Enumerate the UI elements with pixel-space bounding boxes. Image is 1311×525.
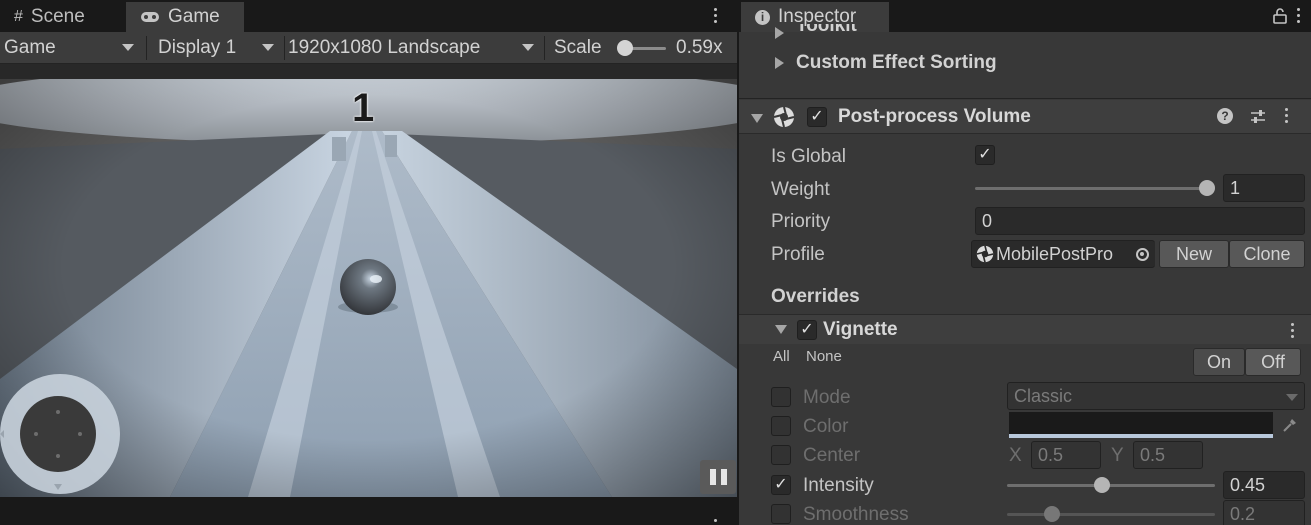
scale-value: 0.59x	[672, 32, 734, 64]
object-picker-icon[interactable]	[1129, 242, 1155, 266]
chevron-down-icon	[122, 44, 134, 51]
inspector-menu-icon[interactable]	[1295, 8, 1301, 23]
scale-label-text: Scale	[554, 37, 602, 58]
game-panel-menu-icon[interactable]	[712, 8, 718, 23]
scale-slider-handle[interactable]	[617, 40, 633, 56]
gamepad-icon	[141, 12, 159, 22]
score-counter: 1	[352, 86, 375, 130]
smoothness-slider-handle[interactable]	[1044, 506, 1060, 522]
mode-select-value: Classic	[1014, 385, 1073, 406]
chevron-down-icon	[262, 44, 274, 51]
priority-field[interactable]: 0	[975, 207, 1305, 235]
vignette-title: Vignette	[823, 319, 898, 340]
intensity-override-checkbox[interactable]: ✓	[771, 475, 791, 495]
vignette-enabled-checkbox[interactable]: ✓	[797, 320, 817, 340]
override-none-link[interactable]: None	[806, 348, 842, 365]
scale-value-text: 0.59x	[676, 37, 723, 58]
effect-header-vignette[interactable]: ✓ Vignette	[739, 314, 1311, 344]
resolution-select-value: 1920x1080 Landscape	[288, 37, 481, 58]
chevron-right-icon	[775, 27, 784, 39]
smoothness-field[interactable]: 0.2	[1223, 500, 1305, 525]
view-select-value: Game	[4, 37, 56, 58]
scale-label: Scale	[550, 32, 610, 64]
section-custom-effect-sorting-label: Custom Effect Sorting	[796, 52, 997, 73]
display-select[interactable]: Display 1	[154, 32, 282, 64]
clone-profile-button[interactable]: Clone	[1229, 240, 1305, 268]
color-label: Color	[803, 416, 849, 437]
tab-game-label: Game	[168, 6, 220, 27]
joystick-icon	[0, 374, 120, 494]
smoothness-override-checkbox[interactable]	[771, 504, 791, 524]
chevron-right-icon	[775, 57, 784, 69]
center-label: Center	[803, 445, 861, 466]
display-select-value: Display 1	[158, 37, 237, 58]
intensity-field[interactable]: 0.45	[1223, 471, 1305, 499]
center-x-field[interactable]: 0.5	[1031, 441, 1101, 469]
intensity-slider-track[interactable]	[1007, 484, 1215, 487]
color-override-checkbox[interactable]	[771, 416, 791, 436]
weight-label: Weight	[771, 179, 830, 200]
is-global-checkbox[interactable]: ✓	[975, 145, 995, 165]
eyedropper-icon	[1283, 419, 1296, 432]
section-toolkit-label: Toolkit	[796, 24, 857, 36]
component-enabled-checkbox[interactable]: ✓	[807, 107, 827, 127]
profile-object-field[interactable]: MobilePostPro	[971, 240, 1155, 268]
preset-icon[interactable]	[1249, 108, 1267, 126]
mode-label: Mode	[803, 387, 851, 408]
override-all-link[interactable]: All	[773, 348, 790, 365]
effect-on-button[interactable]: On	[1193, 348, 1245, 376]
eyedropper-button[interactable]	[1275, 412, 1305, 438]
chevron-down-icon	[1286, 394, 1298, 401]
left-tab-bar: # Scene Game	[0, 0, 737, 32]
is-global-label: Is Global	[771, 146, 846, 167]
center-override-checkbox[interactable]	[771, 445, 791, 465]
inspector-panel: i Inspector Toolkit Custom Effect Sortin…	[739, 0, 1311, 525]
view-select[interactable]: Game	[0, 32, 142, 64]
vignette-menu-icon[interactable]	[1289, 323, 1295, 338]
pause-icon	[709, 469, 716, 485]
weight-slider-track[interactable]	[975, 187, 1207, 190]
chevron-down-icon	[775, 325, 787, 334]
center-y-field[interactable]: 0.5	[1133, 441, 1203, 469]
post-process-volume-icon	[773, 106, 795, 128]
weight-slider-handle[interactable]	[1199, 180, 1215, 196]
new-profile-button[interactable]: New	[1159, 240, 1229, 268]
resolution-select[interactable]: 1920x1080 Landscape	[284, 32, 542, 64]
center-x-label: X	[1009, 445, 1022, 466]
grid-icon: #	[14, 8, 23, 25]
chevron-down-icon	[522, 44, 534, 51]
game-view-panel: # Scene Game Game Display 1 1920x1080 La…	[0, 0, 737, 525]
component-title: Post-process Volume	[838, 106, 1031, 127]
overrides-heading: Overrides	[771, 286, 860, 307]
smoothness-label: Smoothness	[803, 504, 909, 525]
post-process-profile-icon	[976, 245, 994, 263]
weight-field[interactable]: 1	[1223, 174, 1305, 202]
tab-scene-label: Scene	[30, 6, 85, 27]
info-icon: i	[755, 9, 770, 25]
intensity-slider-handle[interactable]	[1094, 477, 1110, 493]
mode-select[interactable]: Classic	[1007, 382, 1305, 410]
tab-scene[interactable]: # Scene	[0, 2, 124, 32]
chevron-down-icon	[751, 114, 763, 123]
section-toolkit[interactable]: Toolkit	[775, 24, 857, 42]
profile-value: MobilePostPro	[996, 243, 1114, 264]
component-menu-icon[interactable]	[1283, 108, 1289, 123]
virtual-joystick[interactable]	[0, 372, 122, 494]
pause-button[interactable]	[700, 460, 736, 494]
console-menu-icon[interactable]	[712, 519, 718, 522]
priority-label: Priority	[771, 211, 831, 232]
lock-icon[interactable]	[1273, 8, 1287, 24]
intensity-label: Intensity	[803, 475, 874, 496]
mode-override-checkbox[interactable]	[771, 387, 791, 407]
profile-label: Profile	[771, 244, 825, 265]
smoothness-slider-track[interactable]	[1007, 513, 1215, 516]
color-swatch[interactable]	[1009, 412, 1273, 438]
effect-off-button[interactable]: Off	[1245, 348, 1301, 376]
section-custom-effect-sorting[interactable]: Custom Effect Sorting	[775, 50, 997, 76]
component-header[interactable]: ✓ Post-process Volume ?	[739, 100, 1311, 134]
console-tab-bar	[0, 497, 737, 525]
tab-game[interactable]: Game	[126, 2, 244, 32]
help-icon[interactable]: ?	[1217, 108, 1233, 124]
center-y-label: Y	[1111, 445, 1124, 466]
